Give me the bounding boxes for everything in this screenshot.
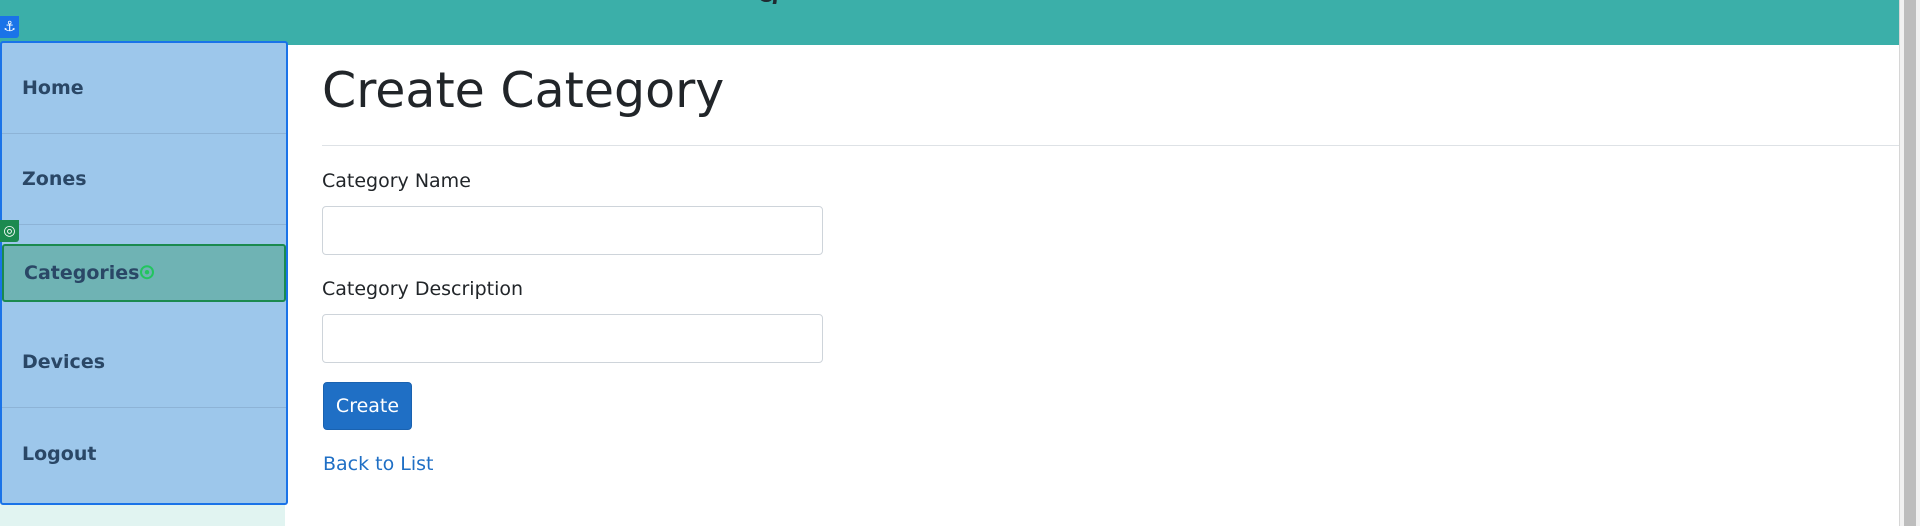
sidebar-item-categories[interactable]: Categories: [2, 244, 286, 302]
sidebar-item-devices[interactable]: Devices: [2, 317, 286, 408]
sidebar-item-label: Devices: [22, 351, 106, 373]
category-name-input[interactable]: [322, 206, 823, 255]
title-divider: [322, 145, 1899, 146]
sidebar-item-label: Zones: [22, 168, 87, 190]
anchor-icon: ⚓: [0, 16, 19, 38]
category-description-input[interactable]: [322, 314, 823, 363]
sidebar-item-label: Logout: [22, 442, 97, 465]
back-to-list-link[interactable]: Back to List: [323, 453, 434, 475]
create-button[interactable]: Create: [323, 382, 412, 430]
top-header-bar: g: [0, 0, 1899, 45]
scrollbar-thumb[interactable]: [1904, 0, 1916, 526]
target-icon: ◎: [0, 220, 19, 242]
page-title: Create Category: [322, 62, 725, 119]
page-scrollbar[interactable]: [1899, 0, 1920, 526]
crosshair-icon: [140, 265, 154, 280]
sidebar-item-label: Home: [22, 77, 84, 99]
category-description-label: Category Description: [322, 278, 524, 300]
sidebar-item-label: Categories: [24, 262, 140, 284]
sidebar-item-zones[interactable]: Zones: [2, 134, 286, 225]
category-name-label: Category Name: [322, 170, 471, 192]
sidebar-nav: Home Zones Categories Devices Logout: [0, 41, 288, 505]
header-title: g: [755, 0, 815, 4]
sidebar-item-home[interactable]: Home: [2, 43, 286, 134]
sidebar-item-logout[interactable]: Logout: [2, 408, 286, 499]
